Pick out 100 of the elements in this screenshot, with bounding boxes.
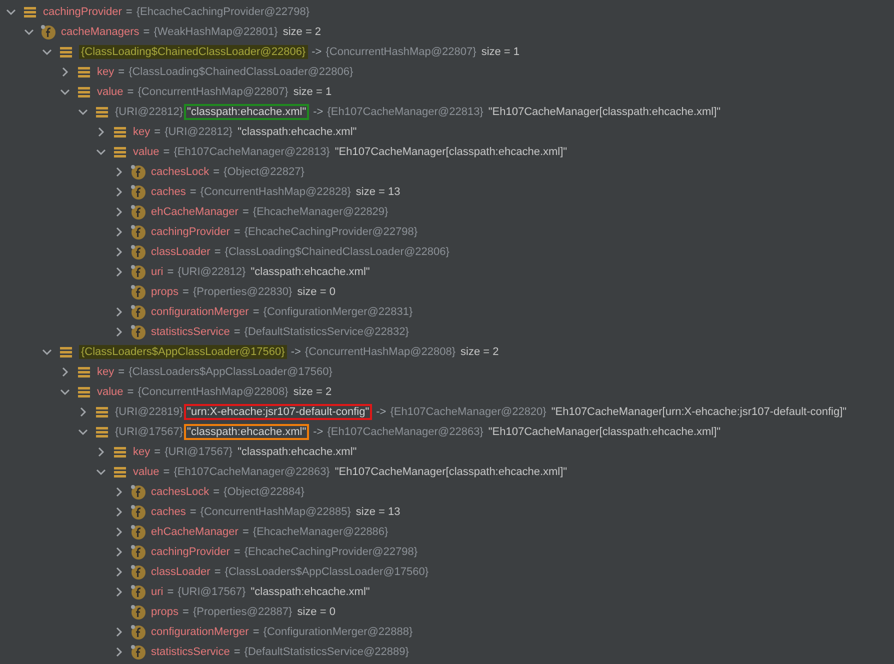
tree-row[interactable]: classLoader = {ClassLoaders$AppClassLoader@17560}	[0, 562, 894, 582]
tree-row[interactable]: statisticsService = {DefaultStatisticsService@22889}	[0, 642, 894, 662]
tree-row[interactable]: cachingProvider = {EhcacheCachingProvider@22798}	[0, 222, 894, 242]
variable-name: configurationMerger	[151, 306, 249, 318]
size-value: size = 0	[297, 606, 336, 618]
tree-row[interactable]: key = {URI@22812} "classpath:ehcache.xml"	[0, 122, 894, 142]
list-icon	[112, 124, 128, 140]
tree-row[interactable]: {ClassLoading$ChainedClassLoader@22806} -> {ConcurrentHashMap@22807} size = 1	[0, 42, 894, 62]
variable-name: uri	[151, 586, 164, 598]
variable-name: key	[97, 366, 114, 378]
key-reference: {URI@17567}	[115, 426, 184, 438]
operator: =	[190, 186, 196, 198]
variable-name: key	[133, 446, 150, 458]
object-reference: {URI@17567}	[164, 446, 233, 458]
variable-name: key	[97, 66, 114, 78]
variable-name: props	[151, 606, 179, 618]
operator: =	[234, 546, 240, 558]
list-icon	[76, 64, 92, 80]
variable-name: key	[133, 126, 150, 138]
object-reference: {Properties@22830}	[192, 286, 292, 298]
object-reference: {ClassLoaders$AppClassLoader@17560}	[128, 366, 332, 378]
tree-row[interactable]: cacheManagers = {WeakHashMap@22801} size = 2	[0, 22, 894, 42]
variable-name: cachesLock	[151, 486, 210, 498]
variable-name: cachingProvider	[43, 6, 122, 18]
tree-row[interactable]: cachingProvider = {EhcacheCachingProvider@22798}	[0, 542, 894, 562]
field-icon	[130, 284, 146, 300]
object-reference: {ConcurrentHashMap@22807}	[138, 86, 288, 98]
tree-row[interactable]: classLoader = {ClassLoading$ChainedClassLoader@22806}	[0, 242, 894, 262]
operator: =	[126, 6, 132, 18]
object-reference: {Object@22884}	[224, 486, 304, 498]
highlighted-key: {ClassLoaders$AppClassLoader@17560}	[79, 345, 287, 359]
size-value: size = 13	[356, 506, 400, 518]
operator: =	[167, 586, 174, 598]
object-reference: {ClassLoading$ChainedClassLoader@22806}	[224, 246, 450, 258]
tree-row[interactable]: props = {Properties@22830} size = 0	[0, 282, 894, 302]
tree-row[interactable]: uri = {URI@17567} "classpath:ehcache.xml"	[0, 582, 894, 602]
variable-name: value	[97, 86, 124, 98]
operator: =	[118, 66, 125, 78]
tree-row[interactable]: value = {Eh107CacheManager@22813} "Eh107CacheManager[classpath:ehcache.xml]"	[0, 142, 894, 162]
object-reference: {Eh107CacheManager@22863}	[327, 426, 484, 438]
operator: =	[127, 386, 134, 398]
variable-name: cachingProvider	[151, 546, 230, 558]
operator: =	[214, 566, 221, 578]
tree-row[interactable]: configurationMerger = {ConfigurationMerger@22831}	[0, 302, 894, 322]
field-icon	[130, 604, 146, 620]
tree-row[interactable]: {URI@22819} "urn:X-ehcache:jsr107-default-config" -> {Eh107CacheManager@22820} "Eh107CacheManager[urn:X-ehcache:jsr107-default-config]"	[0, 402, 894, 422]
object-reference: {ConcurrentHashMap@22828}	[200, 186, 351, 198]
list-icon	[94, 404, 110, 420]
operator: =	[167, 266, 174, 278]
list-icon	[22, 4, 38, 20]
tree-row[interactable]: ehCacheManager = {EhcacheManager@22829}	[0, 202, 894, 222]
tree-row[interactable]: configurationMerger = {ConfigurationMerger@22888}	[0, 622, 894, 642]
string-value: "Eh107CacheManager[classpath:ehcache.xml]"	[334, 146, 568, 158]
tree-row[interactable]: value = {Eh107CacheManager@22863} "Eh107CacheManager[classpath:ehcache.xml]"	[0, 462, 894, 482]
tree-row[interactable]: caches = {ConcurrentHashMap@22885} size = 13	[0, 502, 894, 522]
variable-name: ehCacheManager	[151, 526, 238, 538]
string-value: "classpath:ehcache.xml"	[238, 446, 357, 458]
tree-row[interactable]: key = {ClassLoading$ChainedClassLoader@22806}	[0, 62, 894, 82]
operator: =	[127, 86, 134, 98]
field-icon	[40, 24, 56, 40]
list-icon	[112, 444, 128, 460]
tree-row[interactable]: ehCacheManager = {EhcacheManager@22886}	[0, 522, 894, 542]
object-reference: {ConcurrentHashMap@22808}	[304, 346, 456, 358]
object-reference: {WeakHashMap@22801}	[154, 26, 278, 38]
tree-row[interactable]: uri = {URI@22812} "classpath:ehcache.xml"	[0, 262, 894, 282]
string-value: "Eh107CacheManager[classpath:ehcache.xml]"	[488, 106, 721, 118]
tree-row[interactable]: {URI@17567} "classpath:ehcache.xml" -> {Eh107CacheManager@22863} "Eh107CacheManager[classpath:ehcache.xml]"	[0, 422, 894, 442]
object-reference: {ConcurrentHashMap@22808}	[138, 386, 288, 398]
tree-row[interactable]: value = {ConcurrentHashMap@22808} size = 2	[0, 382, 894, 402]
field-icon	[130, 304, 146, 320]
object-reference: {Eh107CacheManager@22820}	[390, 406, 546, 418]
tree-row[interactable]: cachesLock = {Object@22884}	[0, 482, 894, 502]
operator: ->	[313, 426, 324, 438]
field-icon	[130, 584, 146, 600]
field-icon	[130, 644, 146, 660]
variable-name: caches	[151, 186, 186, 198]
tree-row[interactable]: {ClassLoaders$AppClassLoader@17560} -> {ConcurrentHashMap@22808} size = 2	[0, 342, 894, 362]
tree-row[interactable]: cachingProvider = {EhcacheCachingProvider@22798}	[0, 2, 894, 22]
tree-row[interactable]: caches = {ConcurrentHashMap@22828} size = 13	[0, 182, 894, 202]
tree-row[interactable]: key = {ClassLoaders$AppClassLoader@17560}	[0, 362, 894, 382]
tree-row[interactable]: value = {ConcurrentHashMap@22807} size = 1	[0, 82, 894, 102]
operator: ->	[290, 346, 301, 358]
variable-name: value	[97, 386, 124, 398]
list-icon	[112, 464, 128, 480]
operator: =	[182, 286, 189, 298]
variable-name: caches	[151, 506, 186, 518]
tree-row[interactable]: key = {URI@17567} "classpath:ehcache.xml"	[0, 442, 894, 462]
tree-row[interactable]: props = {Properties@22887} size = 0	[0, 602, 894, 622]
operator: =	[213, 166, 220, 178]
operator: =	[190, 506, 196, 518]
field-icon	[130, 624, 146, 640]
tree-row[interactable]: {URI@22812} "classpath:ehcache.xml" -> {Eh107CacheManager@22813} "Eh107CacheManager[classpath:ehcache.xml]"	[0, 102, 894, 122]
field-icon	[130, 244, 146, 260]
operator: =	[234, 226, 240, 238]
tree-row[interactable]: statisticsService = {DefaultStatisticsService@22832}	[0, 322, 894, 342]
variable-name: statisticsService	[151, 646, 230, 658]
tree-row[interactable]: cachesLock = {Object@22827}	[0, 162, 894, 182]
string-value: "classpath:ehcache.xml"	[250, 266, 370, 278]
list-icon	[76, 364, 92, 380]
variable-name: uri	[151, 266, 164, 278]
